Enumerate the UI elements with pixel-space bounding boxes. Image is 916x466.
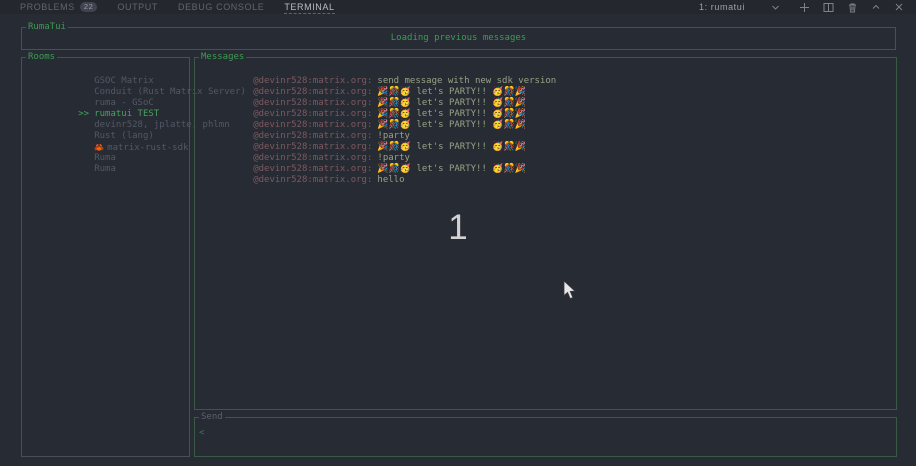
terminal-instance-label: 1: rumatui [699,2,745,12]
chevron-up-icon[interactable] [871,2,881,12]
tab-problems-label: PROBLEMS [20,2,75,12]
room-name: Ruma [94,164,116,174]
message-text: 🎉🎊🥳 let's PARTY!! 🥳🎊🎉 [377,142,526,152]
rooms-list: GSOC Matrix Conduit (Rust Matrix Server)… [22,58,189,164]
room-list-item[interactable]: GSOC Matrix [22,65,189,76]
room-selection-marker: >> [78,109,94,120]
messages-list: @devinr528:matrix.org: send message with … [195,58,896,175]
send-message-input[interactable]: < [195,418,896,439]
message-sender: @devinr528:matrix.org: [253,109,372,119]
new-terminal-plus-icon[interactable] [799,2,810,13]
vscode-panel: PROBLEMS 22 OUTPUT DEBUG CONSOLE TERMINA… [0,0,916,466]
message-text: hello [377,175,404,185]
message-sender: @devinr528:matrix.org: [253,153,372,163]
room-name: GSOC Matrix [94,76,154,86]
room-name: rumatui TEST [94,109,159,119]
message-text: 🎉🎊🥳 let's PARTY!! 🥳🎊🎉 [377,98,526,108]
pane-number-overlay: 1 [441,209,475,247]
problems-count-badge: 22 [80,2,98,12]
tab-terminal[interactable]: TERMINAL [284,0,334,14]
message-sender: @devinr528:matrix.org: [253,98,372,108]
tab-terminal-label: TERMINAL [284,2,334,12]
app-title: RumaTui [26,22,68,33]
message-text: 🎉🎊🥳 let's PARTY!! 🥳🎊🎉 [377,120,526,130]
message-sender: @devinr528:matrix.org: [253,76,372,86]
mouse-cursor [563,280,577,304]
close-icon[interactable] [894,2,904,12]
rooms-panel: Rooms GSOC Matrix Conduit (Rust Matrix S… [21,57,190,457]
message-text: 🎉🎊🥳 let's PARTY!! 🥳🎊🎉 [377,109,526,119]
message-text: 🎉🎊🥳 let's PARTY!! 🥳🎊🎉 [377,164,526,174]
chevron-down-icon [771,3,780,12]
message-text: !party [377,153,410,163]
rumatui-status-box: RumaTui Loading previous messages [21,27,896,50]
message-sender: @devinr528:matrix.org: [253,175,372,185]
room-name: Ruma [94,153,116,163]
terminal-instance-select[interactable]: 1: rumatui [699,2,780,12]
messages-panel: Messages @devinr528:matrix.org:send mess… [194,57,897,410]
message-text: !party [377,131,410,141]
message-text: 🎉🎊🥳 let's PARTY!! 🥳🎊🎉 [377,87,526,97]
message-sender: @devinr528:matrix.org: [253,87,372,97]
send-panel-title: Send [199,412,225,423]
message: @devinr528:matrix.org:send message with … [199,65,896,76]
panel-tabbar: PROBLEMS 22 OUTPUT DEBUG CONSOLE TERMINA… [0,0,916,14]
rooms-panel-title: Rooms [26,52,57,63]
message-sender: @devinr528:matrix.org: [253,120,372,130]
tab-output-label: OUTPUT [117,2,158,12]
message-sender: @devinr528:matrix.org: [253,164,372,174]
trash-icon[interactable] [847,2,858,13]
message-sender: @devinr528:matrix.org: [253,142,372,152]
split-terminal-icon[interactable] [823,2,834,13]
room-name: matrix-rust-sdk [107,143,188,153]
tab-output[interactable]: OUTPUT [117,0,158,14]
message-sender: @devinr528:matrix.org: [253,131,372,141]
send-panel: Send < [194,417,897,457]
room-name: ruma - GSoC [94,98,154,108]
message-text: send message with new sdk version [377,76,556,86]
room-name: Rust (lang) [94,131,154,141]
terminal-controls: 1: rumatui [699,0,904,14]
tab-debug-console[interactable]: DEBUG CONSOLE [178,0,264,14]
messages-panel-title: Messages [199,52,246,63]
tab-debug-console-label: DEBUG CONSOLE [178,2,264,12]
room-crab-icon: 🦀 [94,143,104,152]
tab-problems[interactable]: PROBLEMS 22 [20,0,97,14]
loading-status: Loading previous messages [22,28,895,44]
